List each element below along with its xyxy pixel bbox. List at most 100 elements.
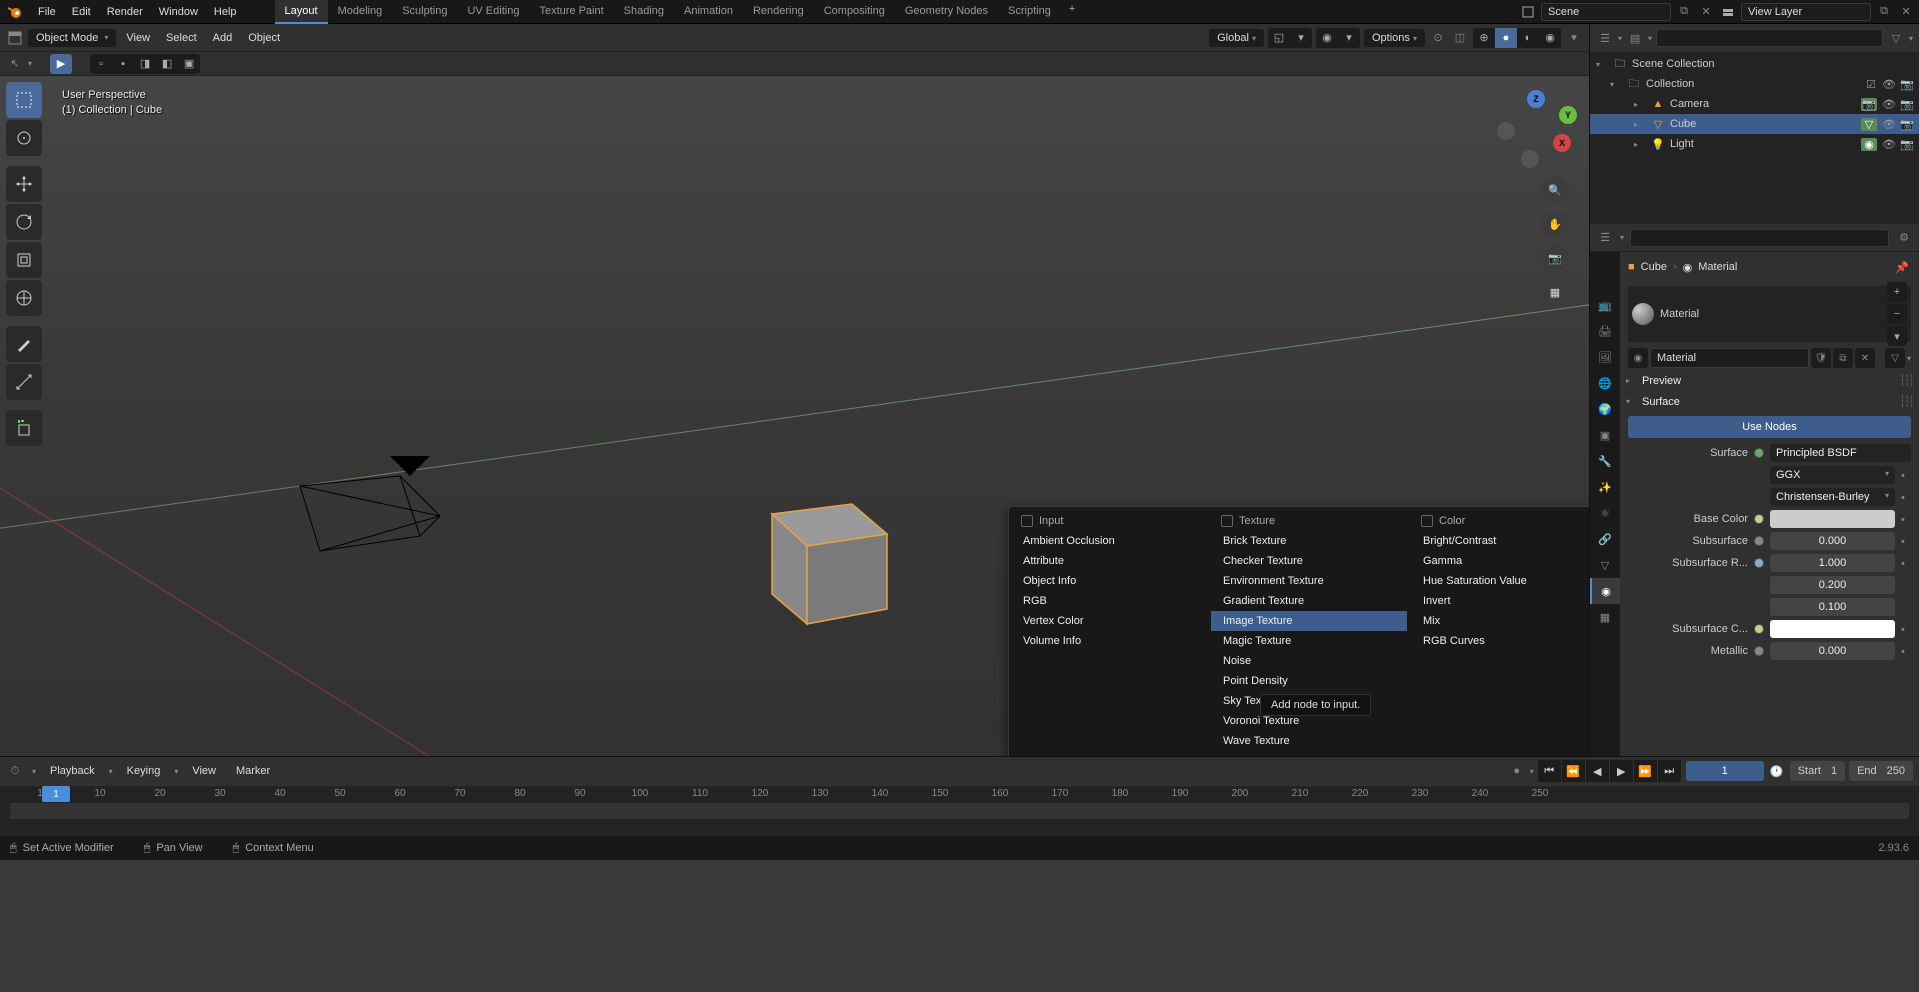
menu-rgb[interactable]: RGB	[1011, 591, 1207, 611]
tab-modeling[interactable]: Modeling	[328, 0, 393, 24]
menu-render[interactable]: Render	[99, 3, 151, 21]
material-browse-button[interactable]: ◉	[1628, 348, 1648, 368]
rotate-tool[interactable]	[6, 204, 42, 240]
select-mode-2[interactable]: ▪	[112, 54, 134, 74]
playback-menu[interactable]: Playback	[44, 765, 101, 777]
select-mode-4[interactable]: ◧	[156, 54, 178, 74]
shading-rendered[interactable]: ◉	[1539, 28, 1561, 48]
material-new[interactable]: ⧉	[1833, 348, 1853, 368]
subsurface-r-1[interactable]: 1.000	[1770, 554, 1895, 572]
subsurface-r-2[interactable]: 0.200	[1770, 576, 1895, 594]
transform-tool[interactable]	[6, 280, 42, 316]
perspective-toggle-icon[interactable]: ▦	[1541, 278, 1569, 306]
tab-viewlayer[interactable]: 🖼	[1590, 344, 1620, 370]
tab-scene[interactable]: 🌐	[1590, 370, 1620, 396]
select-box-icon[interactable]: ▶	[50, 54, 72, 74]
measure-tool[interactable]	[6, 364, 42, 400]
gizmo-x[interactable]: X	[1553, 134, 1571, 152]
viewlayer-browse-icon[interactable]	[1719, 3, 1737, 21]
tab-mesh-data[interactable]: ▽	[1590, 552, 1620, 578]
play-reverse-icon[interactable]: ◀	[1586, 760, 1610, 782]
timeline-type-icon[interactable]: ⏱	[6, 762, 24, 780]
view-layer-input[interactable]	[1741, 3, 1871, 21]
menu-white-noise-texture[interactable]: White Noise Texture	[1211, 751, 1407, 756]
scene-new-icon[interactable]: ⧉	[1675, 3, 1693, 21]
cube-object[interactable]	[742, 464, 912, 634]
proportional-falloff[interactable]: ▾	[1338, 28, 1360, 48]
tab-material[interactable]: ◉	[1590, 578, 1620, 604]
menu-wave-texture[interactable]: Wave Texture	[1211, 731, 1407, 751]
keyframe-next-icon[interactable]: ⏩	[1634, 760, 1658, 782]
tab-texture[interactable]: ▦	[1590, 604, 1620, 630]
keying-menu[interactable]: Keying	[121, 765, 167, 777]
annotate-tool[interactable]	[6, 326, 42, 362]
collection-exclude-checkbox[interactable]: ☑	[1863, 78, 1879, 91]
tab-constraints[interactable]: 🔗	[1590, 526, 1620, 552]
playhead[interactable]: 1	[42, 786, 70, 802]
eye-icon[interactable]: 👁	[1881, 98, 1897, 111]
timeline-ruler[interactable]: 1102030405060708090100110120130140150160…	[0, 785, 1919, 836]
timeline-track[interactable]	[10, 803, 1909, 819]
tab-render[interactable]: 📺	[1590, 292, 1620, 318]
menu-mix[interactable]: Mix	[1411, 611, 1589, 631]
material-slot[interactable]: Material + − ▾	[1628, 286, 1911, 342]
tab-physics[interactable]: ⚛	[1590, 500, 1620, 526]
distribution-dropdown[interactable]: GGX▾	[1770, 466, 1895, 484]
scale-tool[interactable]	[6, 242, 42, 278]
eye-icon[interactable]: 👁	[1881, 118, 1897, 131]
marker-menu[interactable]: Marker	[230, 765, 276, 777]
node-tree-toggle[interactable]: ▽	[1885, 348, 1905, 368]
select-mode-1[interactable]: ▫	[90, 54, 112, 74]
overlays-toggle[interactable]: ⊙	[1429, 29, 1447, 47]
eye-icon[interactable]: 👁	[1881, 78, 1897, 91]
gizmo-y[interactable]: Y	[1559, 106, 1577, 124]
menu-ambient-occlusion[interactable]: Ambient Occlusion	[1011, 531, 1207, 551]
menu-object-info[interactable]: Object Info	[1011, 571, 1207, 591]
subsurface-r-3[interactable]: 0.100	[1770, 598, 1895, 616]
menu-edit[interactable]: Edit	[64, 3, 99, 21]
tree-light[interactable]: ▸💡 Light ◉ 👁📷	[1590, 134, 1919, 154]
tab-rendering[interactable]: Rendering	[743, 0, 814, 24]
menu-help[interactable]: Help	[206, 3, 245, 21]
surface-shader-dropdown[interactable]: Principled BSDF	[1770, 444, 1911, 462]
mode-dropdown[interactable]: Object Mode▾	[28, 29, 116, 47]
camera-view-icon[interactable]: 📷	[1541, 244, 1569, 272]
panel-preview[interactable]: ▸Preview┆┆┆	[1620, 370, 1919, 391]
outliner-search[interactable]	[1656, 29, 1883, 47]
slot-add-button[interactable]: +	[1887, 282, 1907, 302]
object-menu[interactable]: Object	[242, 32, 286, 44]
play-icon[interactable]: ▶	[1610, 760, 1634, 782]
material-name-input[interactable]	[1650, 348, 1809, 368]
tab-world[interactable]: 🌍	[1590, 396, 1620, 422]
base-color-swatch[interactable]	[1770, 510, 1895, 528]
keyframe-prev-icon[interactable]: ⏪	[1562, 760, 1586, 782]
panel-surface[interactable]: ▾Surface┆┆┆	[1620, 391, 1919, 412]
menu-vertex-color[interactable]: Vertex Color	[1011, 611, 1207, 631]
pin-icon[interactable]: 📌	[1893, 258, 1911, 276]
jump-end-icon[interactable]: ⏭	[1658, 760, 1682, 782]
menu-image-texture[interactable]: Image Texture	[1211, 611, 1407, 631]
proportional-toggle[interactable]: ◉	[1316, 28, 1338, 48]
props-search[interactable]	[1630, 229, 1889, 247]
subsurface-color-swatch[interactable]	[1770, 620, 1895, 638]
menu-gradient-texture[interactable]: Gradient Texture	[1211, 591, 1407, 611]
select-mode-3[interactable]: ◨	[134, 54, 156, 74]
xray-toggle[interactable]: ◫	[1451, 29, 1469, 47]
slot-remove-button[interactable]: −	[1887, 304, 1907, 324]
timeline-view-menu[interactable]: View	[186, 765, 222, 777]
tab-output[interactable]: 🖨	[1590, 318, 1620, 344]
menu-checker-texture[interactable]: Checker Texture	[1211, 551, 1407, 571]
material-fake-user[interactable]: 🛡	[1811, 348, 1831, 368]
menu-invert[interactable]: Invert	[1411, 591, 1589, 611]
tree-scene-collection[interactable]: ▾🗀 Scene Collection	[1590, 54, 1919, 74]
navigation-gizmo[interactable]: X Y Z	[1499, 94, 1571, 166]
metallic-value[interactable]: 0.000	[1770, 642, 1895, 660]
viewlayer-delete-icon[interactable]: ✕	[1897, 3, 1915, 21]
snap-toggle[interactable]: ◱	[1268, 28, 1290, 48]
menu-rgb-curves[interactable]: RGB Curves	[1411, 631, 1589, 651]
shading-preview[interactable]: ◐	[1517, 28, 1539, 48]
menu-gamma[interactable]: Gamma	[1411, 551, 1589, 571]
editor-type-icon[interactable]	[6, 29, 24, 47]
tree-cube[interactable]: ▸▽ Cube ▽ 👁📷	[1590, 114, 1919, 134]
snap-target[interactable]: ▾	[1290, 28, 1312, 48]
